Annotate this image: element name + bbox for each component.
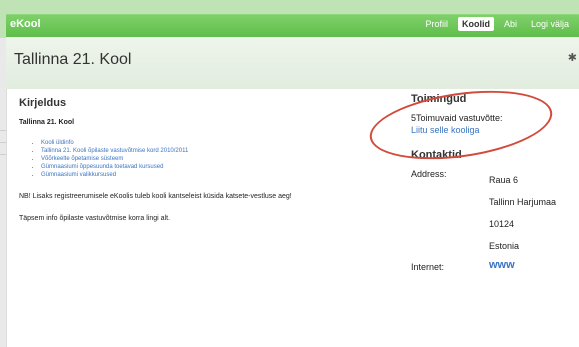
registration-note: NB! Lisaks registreerumisele eKoolis tul… [19, 193, 292, 200]
page-title: Tallinna 21. Kool [14, 51, 132, 68]
internet-row: Internet: www [411, 259, 576, 272]
nav-abi[interactable]: Abi [500, 17, 521, 31]
info-link[interactable]: Tallinna 21. Kooli õpilaste vastuvõtmise… [41, 147, 399, 155]
nav-bar: eKool Profiil Koolid Abi Logi välja [6, 14, 579, 37]
address-line: 10124 [489, 219, 515, 229]
address-line: Raua 6 [489, 175, 519, 185]
gear-icon[interactable]: ✱ [568, 51, 577, 64]
info-link-list: Kooli üldinfo Tallinna 21. Kooli õpilast… [19, 139, 399, 179]
school-name: Tallinna 21. Kool [19, 119, 75, 126]
internet-label: Internet: [411, 262, 445, 272]
page-header: Tallinna 21. Kool ✱ [6, 37, 579, 90]
address-label: Address: [411, 169, 447, 179]
address-lines: Raua 6 Tallinn Harjumaa 10124 Estonia [489, 169, 576, 257]
info-link[interactable]: Gümnaasiumi valikkursused [41, 171, 399, 179]
info-link[interactable]: Gümnaasiumi õppesuunda toetavad kursused [41, 163, 399, 171]
nav-koolid[interactable]: Koolid [457, 17, 494, 31]
website-link[interactable]: www [489, 259, 515, 271]
address-line: Estonia [489, 241, 520, 251]
main-nav: Profiil Koolid Abi Logi välja [421, 17, 573, 31]
nav-profiil[interactable]: Profiil [421, 17, 452, 31]
top-bar: eKool Profiil Koolid Abi Logi välja [0, 0, 579, 38]
info-link[interactable]: Võõrkeelte õpetamise süsteem [41, 155, 399, 163]
address-row: Address: Raua 6 Tallinn Harjumaa 10124 E… [411, 169, 576, 257]
section-heading-kirjeldus: Kirjeldus [19, 97, 67, 109]
address-line: Tallinn Harjumaa [489, 197, 557, 207]
nav-logout[interactable]: Logi välja [527, 17, 573, 31]
info-link[interactable]: Kooli üldinfo [41, 139, 399, 147]
description-section: Kirjeldus Tallinna 21. Kool Kooli üldinf… [19, 97, 399, 222]
admission-info-note: Täpsem info õpilaste vastuvõtmise korra … [19, 215, 170, 222]
brand-logo[interactable]: eKool [10, 18, 41, 30]
